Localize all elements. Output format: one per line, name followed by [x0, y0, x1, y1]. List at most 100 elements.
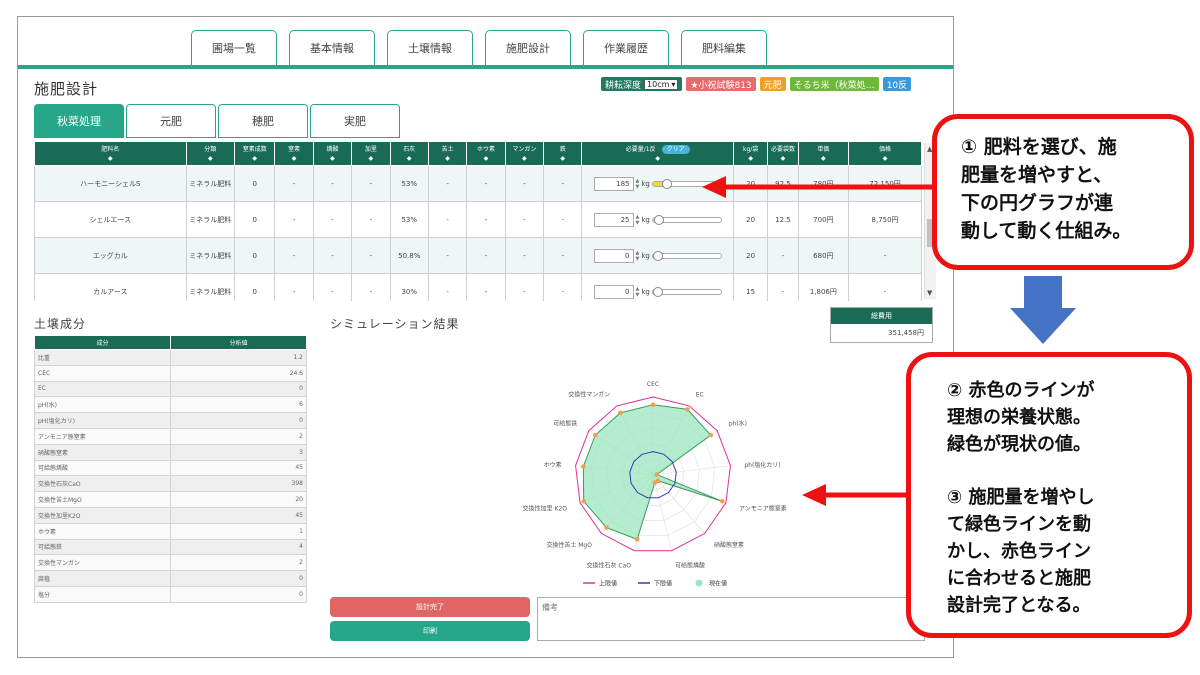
column-header-label: 燐酸 [326, 145, 339, 153]
sort-icon[interactable]: ◆ [314, 154, 351, 163]
nav-tab-fertilizer-design[interactable]: 施肥設計 [485, 30, 571, 65]
axis-label: 硝酸態窒素 [714, 541, 744, 549]
cell-c4: - [351, 201, 391, 238]
slider-knob[interactable] [652, 286, 663, 297]
callout-step1: ① 肥料を選び、施 肥量を増やすと、 下の円グラフが連 動して動く仕組み。 [932, 114, 1194, 270]
clear-button[interactable]: クリア [661, 144, 690, 154]
nav-tab-work-history[interactable]: 作業履歴 [583, 30, 669, 65]
column-header[interactable]: 燐酸 ◆ [312, 141, 353, 166]
soil-row: アンモニア態窒素 2 [34, 427, 307, 445]
quantity-slider[interactable] [651, 214, 722, 225]
quantity-input[interactable]: 0 [593, 248, 634, 263]
quantity-stepper-icon[interactable]: ▲ ▼ [636, 250, 640, 262]
column-header[interactable]: 価格 ◆ [848, 141, 922, 166]
sort-icon[interactable]: ◆ [391, 154, 428, 163]
column-header[interactable]: 単価 ◆ [797, 141, 850, 166]
sort-icon[interactable]: ◆ [429, 154, 466, 163]
column-header[interactable]: 鉄 ◆ [543, 141, 583, 166]
remarks-field[interactable]: 備考 [537, 597, 925, 641]
slider-knob[interactable] [654, 214, 665, 225]
cell-c8: - [504, 165, 545, 202]
column-header-label: 価格 [879, 145, 892, 153]
column-header[interactable]: 肥料名 ◆ [34, 141, 187, 166]
simulation-title: シミュレーション結果 [330, 317, 460, 331]
quantity-slider[interactable] [651, 250, 722, 261]
tab-base[interactable]: 元肥 [126, 104, 216, 138]
cell-c1: 0 [234, 165, 276, 202]
quantity-slider[interactable] [651, 286, 722, 297]
column-header[interactable]: 苦土 ◆ [427, 141, 468, 166]
axis-label: アンモニア態窒素 [739, 505, 787, 513]
quantity-input[interactable]: 185 [593, 176, 634, 191]
column-header-label: 鉄 [559, 145, 566, 153]
cell-bags: - [767, 237, 799, 274]
quantity-input[interactable]: 0 [593, 284, 634, 299]
design-complete-button[interactable]: 設計完了 [330, 597, 530, 617]
sort-icon[interactable]: ◆ [799, 154, 849, 163]
sort-icon[interactable]: ◆ [582, 154, 733, 163]
table-row: エッグカル ミネラル肥料 0- - -50.8% - - - -0 ▲ ▼ kg 20-680円 - [34, 237, 922, 274]
tab-grain[interactable]: 実肥 [310, 104, 400, 138]
sort-icon[interactable]: ◆ [544, 154, 581, 163]
soil-name: CEC [34, 364, 171, 382]
sort-icon[interactable]: ◆ [352, 154, 389, 163]
cell-c1: 0 [234, 273, 276, 301]
column-header[interactable]: 分類 ◆ [185, 141, 236, 166]
slider-knob[interactable] [661, 178, 672, 189]
column-header[interactable]: ホウ素 ◆ [466, 141, 506, 166]
soil-name: 腐植 [34, 570, 171, 587]
sort-icon[interactable]: ◆ [506, 154, 543, 163]
cell-price: - [848, 237, 922, 274]
soil-value: 1 [170, 522, 307, 540]
soil-value: 45 [170, 459, 307, 477]
quantity-input[interactable]: 25 [593, 212, 634, 227]
tag-bar: 耕耘深度 10cm ▾ ★小祝試験813 元肥 そるち米（秋菜処… 10反 [601, 77, 912, 91]
column-header[interactable]: 必要袋数 ◆ [767, 141, 799, 166]
print-button[interactable]: 印刷 [330, 621, 530, 641]
column-header[interactable]: マンガン ◆ [504, 141, 545, 166]
column-header[interactable]: 窒素成数 ◆ [234, 141, 276, 166]
quantity-stepper-icon[interactable]: ▲ ▼ [636, 178, 640, 190]
nav-tab-basic-info[interactable]: 基本情報 [289, 30, 375, 65]
sort-icon[interactable]: ◆ [275, 154, 312, 163]
axis-label: ph(塩化カリ) [744, 461, 780, 469]
axis-label: 交換性苦土 MgO [546, 541, 592, 549]
fertilizer-table: 肥料名 ◆ 分類 ◆ 窒素成数 ◆ 窒素 ◆ 燐酸 ◆ 加里 ◆ 石灰 ◆ 苦土 ◆ ホウ素 ◆ マンガン ◆ 鉄 ◆ 必要… [34, 141, 922, 301]
sort-icon[interactable]: ◆ [467, 154, 504, 163]
unit-label: kg [641, 251, 650, 260]
axis-label: 交換性マンガン [568, 391, 610, 399]
callout2-line: 理想の栄養状態。 [947, 407, 1091, 428]
nav-tab-field-list[interactable]: 圃場一覧 [191, 30, 277, 65]
cell-c6: - [427, 273, 468, 301]
sort-icon[interactable]: ◆ [35, 154, 186, 163]
column-header[interactable]: 必要量/1反 クリア ◆ [581, 141, 734, 166]
column-header[interactable]: 石灰 ◆ [389, 141, 429, 166]
sort-icon[interactable]: ◆ [235, 154, 274, 163]
cell-quantity: 25 ▲ ▼ kg [581, 201, 734, 238]
scroll-down-icon[interactable]: ▼ [927, 289, 932, 297]
cell-c1: 0 [234, 237, 276, 274]
column-header[interactable]: 加里 ◆ [351, 141, 391, 166]
quantity-stepper-icon[interactable]: ▲ ▼ [636, 214, 640, 226]
column-header[interactable]: kg/袋 ◆ [732, 141, 769, 166]
sort-icon[interactable]: ◆ [734, 154, 767, 163]
cell-c8: - [504, 237, 545, 274]
fertilizer-table-wrap[interactable]: 肥料名 ◆ 分類 ◆ 窒素成数 ◆ 窒素 ◆ 燐酸 ◆ 加里 ◆ 石灰 ◆ 苦土 ◆ ホウ素 ◆ マンガン ◆ 鉄 ◆ 必要… [34, 141, 937, 301]
tab-panicle[interactable]: 穂肥 [218, 104, 308, 138]
tab-autumn[interactable]: 秋菜処理 [34, 104, 124, 138]
sort-icon[interactable]: ◆ [768, 154, 797, 163]
sort-icon[interactable]: ◆ [187, 154, 234, 163]
sort-icon[interactable]: ◆ [849, 154, 921, 163]
nav-tab-soil-info[interactable]: 土壌情報 [387, 30, 473, 65]
depth-select[interactable]: 10cm ▾ [644, 78, 679, 90]
cell-c2: - [274, 165, 314, 202]
nav-tab-fertilizer-edit[interactable]: 肥料編集 [681, 30, 767, 65]
quantity-stepper-icon[interactable]: ▲ ▼ [636, 286, 640, 298]
column-header-label: 苦土 [441, 145, 454, 153]
soil-title: 土壌成分 [34, 317, 87, 331]
column-header[interactable]: 窒素 ◆ [274, 141, 314, 166]
axis-label: 交換性石灰 CaO [586, 561, 631, 569]
soil-value: 1.2 [170, 349, 307, 366]
chevron-down-icon: ▾ [671, 79, 676, 89]
slider-knob[interactable] [652, 250, 663, 261]
